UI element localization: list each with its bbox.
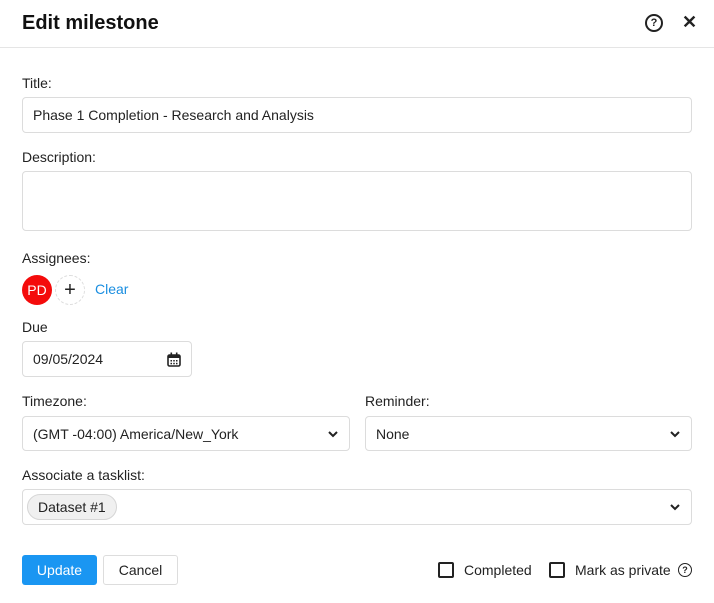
timezone-value: (GMT -04:00) America/New_York xyxy=(33,425,239,442)
dialog-header: Edit milestone ? ✕ xyxy=(0,0,714,48)
close-icon[interactable]: ✕ xyxy=(682,12,697,33)
reminder-label: Reminder: xyxy=(365,393,430,409)
reminder-select[interactable]: None xyxy=(365,416,692,451)
update-button[interactable]: Update xyxy=(22,555,97,585)
assignee-avatar[interactable]: PD xyxy=(22,275,52,305)
completed-checkbox[interactable] xyxy=(438,562,454,578)
help-icon[interactable]: ? xyxy=(645,14,663,32)
clear-assignees-link[interactable]: Clear xyxy=(95,281,128,297)
private-checkbox[interactable] xyxy=(549,562,565,578)
description-label: Description: xyxy=(22,149,96,165)
due-date-input[interactable]: 09/05/2024 xyxy=(22,341,192,377)
reminder-value: None xyxy=(376,425,410,442)
due-date-value: 09/05/2024 xyxy=(33,351,104,367)
chevron-down-icon xyxy=(328,430,338,437)
chevron-down-icon xyxy=(670,504,680,511)
due-label: Due xyxy=(22,319,48,335)
timezone-label: Timezone: xyxy=(22,393,87,409)
private-help-icon[interactable]: ? xyxy=(678,563,692,577)
completed-label: Completed xyxy=(464,562,532,578)
assignees-label: Assignees: xyxy=(22,250,91,266)
calendar-icon[interactable] xyxy=(167,352,181,367)
dialog-title: Edit milestone xyxy=(22,12,159,34)
chevron-down-icon xyxy=(670,430,680,437)
title-input[interactable]: Phase 1 Completion - Research and Analys… xyxy=(22,97,692,133)
tasklist-label: Associate a tasklist: xyxy=(22,467,145,483)
tasklist-select[interactable] xyxy=(22,489,692,525)
title-label: Title: xyxy=(22,75,52,91)
cancel-button[interactable]: Cancel xyxy=(103,555,178,585)
timezone-select[interactable]: (GMT -04:00) America/New_York xyxy=(22,416,350,451)
tasklist-chip[interactable]: Dataset #1 xyxy=(27,494,117,520)
add-assignee-button[interactable]: + xyxy=(55,275,85,305)
description-input[interactable] xyxy=(22,171,692,231)
private-label: Mark as private xyxy=(575,562,671,578)
